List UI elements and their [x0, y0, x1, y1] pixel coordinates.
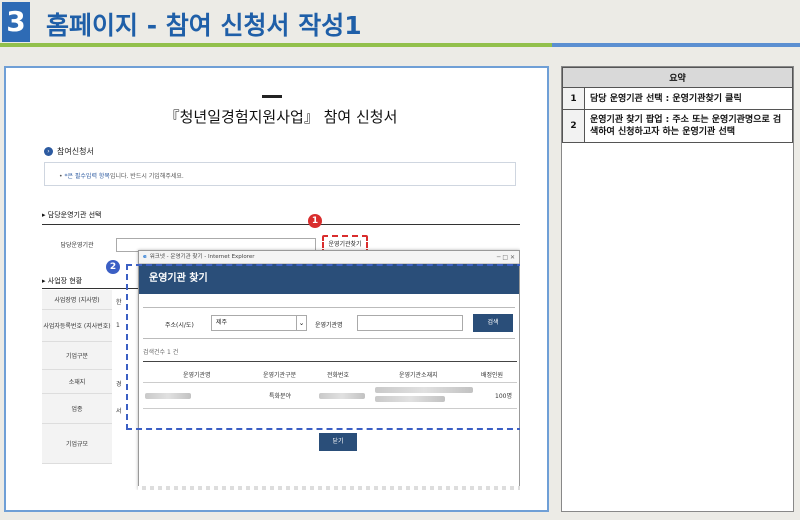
screenshot-frame: 『청년일경험지원사업』 참여 신청서 › 참여신청서 • *은 필수입력 항목입…: [4, 66, 549, 512]
close-button[interactable]: 닫기: [319, 433, 357, 451]
popup-window-title: 워크넷 - 운영기관 찾기 - Internet Explorer: [149, 254, 255, 260]
notice-marker: •: [59, 173, 63, 180]
row-label: 사업장명 (지사명): [42, 290, 112, 310]
row-label: 소재지: [42, 370, 112, 394]
summary-row: 1 담당 운영기관 선택 : 운영기관찾기 클릭: [562, 87, 793, 110]
row-label: 기업규모: [42, 424, 112, 464]
title-ornament: [262, 95, 282, 98]
badge-2: 2: [106, 260, 120, 274]
slide-header: 3 홈페이지 - 참여 신청서 작성1: [0, 0, 800, 47]
summary-table: 요약 1 담당 운영기관 선택 : 운영기관찾기 클릭 2 운영기관 찾기 팝업…: [562, 67, 793, 143]
application-form-screen: 『청년일경험지원사업』 참여 신청서 › 참여신청서 • *은 필수입력 항목입…: [42, 88, 520, 490]
org-section-title: ▸ 담당운영기관 선택: [42, 211, 102, 219]
badge-1: 1: [308, 214, 322, 228]
header-rule-blue: [552, 43, 800, 47]
section-bullet-icon: ›: [44, 147, 53, 156]
row-value: 서: [116, 408, 122, 415]
window-controls[interactable]: ─ □ ✕: [497, 251, 515, 264]
summary-row: 2 운영기관 찾기 팝업 : 주소 또는 운영기관명으로 검색하여 신청하고자 …: [562, 109, 793, 143]
notice-text: 입니다. 반드시 기입해주세요.: [109, 173, 184, 180]
row-value: 1: [116, 322, 120, 329]
section-header: › 참여신청서: [44, 146, 94, 157]
form-title: 『청년일경험지원사업』 참여 신청서: [164, 108, 398, 126]
row-label: 기업구분: [42, 342, 112, 370]
ie-icon: e: [143, 254, 147, 260]
row-label: 사업자등록번호 (지사번호): [42, 310, 112, 342]
row-label: 업종: [42, 394, 112, 424]
summary-panel: 요약 1 담당 운영기관 선택 : 운영기관찾기 클릭 2 운영기관 찾기 팝업…: [561, 66, 794, 512]
row-value: 경: [116, 381, 122, 388]
torn-edge: [138, 486, 520, 490]
summary-header: 요약: [562, 67, 793, 88]
divider: [42, 224, 520, 225]
notice-required: *은 필수입력 항목: [64, 173, 110, 180]
summary-text: 담당 운영기관 선택 : 운영기관찾기 클릭: [584, 87, 793, 110]
popup-titlebar: e 워크넷 - 운영기관 찾기 - Internet Explorer ─ □ ✕: [139, 251, 519, 264]
row-value: 한: [116, 299, 122, 306]
org-label: 담당운영기관: [60, 242, 94, 249]
workplace-section-title: ▸ 사업장 현황: [42, 277, 83, 285]
summary-num: 2: [562, 109, 585, 143]
popup-highlight-box: [126, 264, 520, 430]
notice-box: • *은 필수입력 항목입니다. 반드시 기입해주세요.: [44, 162, 516, 186]
summary-num: 1: [562, 87, 585, 110]
summary-text: 운영기관 찾기 팝업 : 주소 또는 운영기관명으로 검색하여 신청하고자 하는…: [584, 109, 793, 143]
page-title: 홈페이지 - 참여 신청서 작성1: [46, 11, 362, 40]
step-number: 3: [2, 2, 30, 42]
section-title: 참여신청서: [57, 147, 94, 156]
header-rule-green: [0, 43, 552, 47]
